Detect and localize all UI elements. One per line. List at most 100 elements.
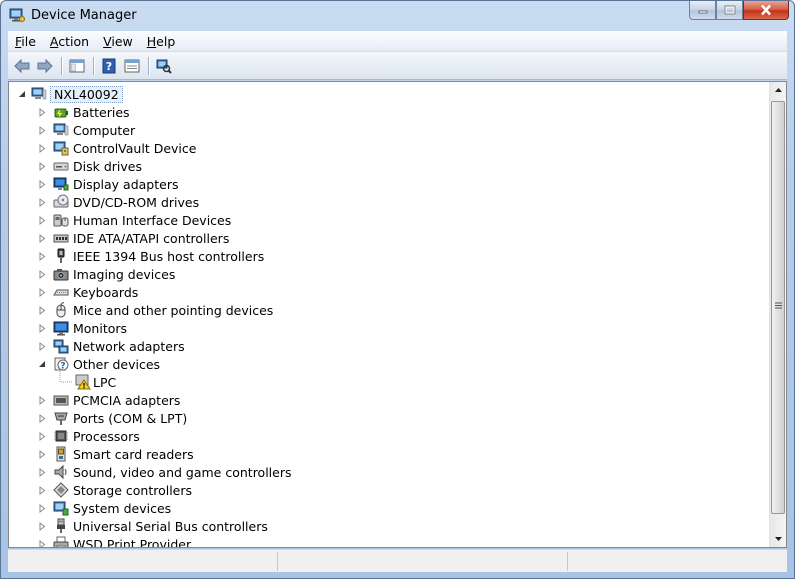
tree-node-label: Display adapters <box>73 177 179 192</box>
storage-controller-icon <box>53 482 69 498</box>
menu-accelerator: H <box>146 33 157 49</box>
expand-arrow-icon[interactable] <box>38 252 47 261</box>
tree-node[interactable]: ControlVault Device <box>9 139 749 157</box>
device-tree[interactable]: NXL40092 Batteries Computer ControlVault De… <box>9 82 770 547</box>
tree-node[interactable]: Processors <box>9 427 749 445</box>
back-button[interactable] <box>11 55 33 77</box>
forward-button[interactable] <box>34 55 56 77</box>
collapse-arrow-icon[interactable] <box>18 90 27 99</box>
help-icon: ? <box>102 58 116 73</box>
tree-node-label: Processors <box>73 429 140 444</box>
tree-root-label: NXL40092 <box>50 86 123 103</box>
expand-arrow-icon[interactable] <box>38 288 47 297</box>
expand-arrow-icon[interactable] <box>38 108 47 117</box>
expand-arrow-icon[interactable] <box>38 216 47 225</box>
tree-child-label: LPC <box>93 375 117 390</box>
usb-icon <box>57 518 65 533</box>
expand-arrow-icon[interactable] <box>38 144 47 153</box>
tree-node[interactable]: Imaging devices <box>9 265 749 283</box>
tree-node-label: WSD Print Provider <box>73 537 192 547</box>
tree-node-label: Disk drives <box>73 159 142 174</box>
tree-node[interactable]: System devices <box>9 499 749 517</box>
tree-node[interactable]: Batteries <box>9 103 749 121</box>
collapse-arrow-icon[interactable] <box>38 360 47 369</box>
maximize-icon <box>724 5 735 15</box>
tree-node-label: PCMCIA adapters <box>73 393 181 408</box>
minimize-button[interactable] <box>689 1 716 20</box>
status-pane-2 <box>278 552 568 571</box>
device-tree-panel: NXL40092 Batteries Computer ControlVault De… <box>8 81 787 548</box>
tree-node[interactable]: Network adapters <box>9 337 749 355</box>
tree-child-node[interactable]: LPC <box>9 369 749 391</box>
properties-button[interactable] <box>121 55 143 77</box>
expand-arrow-icon[interactable] <box>38 270 47 279</box>
scrollbar-thumb[interactable] <box>771 101 785 514</box>
help-button[interactable]: ? <box>98 55 120 77</box>
close-button[interactable] <box>743 1 789 20</box>
expand-arrow-icon[interactable] <box>38 234 47 243</box>
expand-arrow-icon[interactable] <box>38 504 47 513</box>
hid-icon <box>53 214 69 227</box>
vertical-scrollbar[interactable] <box>769 82 786 547</box>
expand-arrow-icon[interactable] <box>38 414 47 423</box>
tree-node[interactable]: PCMCIA adapters <box>9 391 749 409</box>
toolbar-separator <box>61 56 62 75</box>
computer-icon <box>53 123 69 136</box>
tree-node[interactable]: Keyboards <box>9 283 749 301</box>
tree-node[interactable]: DVD/CD-ROM drives <box>9 193 749 211</box>
tree-node[interactable]: Sound, video and game controllers <box>9 463 749 481</box>
expand-arrow-icon[interactable] <box>38 180 47 189</box>
disk-drive-icon <box>53 162 69 171</box>
network-adapter-icon <box>53 339 69 354</box>
expand-arrow-icon[interactable] <box>38 162 47 171</box>
device-manager-window: Device Manager File Action View Help ? N… <box>0 0 795 579</box>
scan-hardware-icon <box>156 59 172 74</box>
tree-root-node[interactable]: NXL40092 <box>9 85 749 103</box>
show-hide-console-tree-button[interactable] <box>66 55 88 77</box>
tree-node-label: Other devices <box>73 357 161 372</box>
tree-node[interactable]: Display adapters <box>9 175 749 193</box>
tree-node[interactable]: WSD Print Provider <box>9 535 749 547</box>
tree-node[interactable]: Human Interface Devices <box>9 211 749 229</box>
back-arrow-icon <box>14 58 30 73</box>
expand-arrow-icon[interactable] <box>38 306 47 315</box>
expand-arrow-icon[interactable] <box>38 468 47 477</box>
expand-arrow-icon[interactable] <box>38 396 47 405</box>
tree-node[interactable]: Computer <box>9 121 749 139</box>
system-device-icon <box>53 501 69 516</box>
expand-arrow-icon[interactable] <box>38 540 47 547</box>
maximize-button[interactable] <box>716 1 743 20</box>
tree-node[interactable]: Universal Serial Bus controllers <box>9 517 749 535</box>
expand-arrow-icon[interactable] <box>38 522 47 531</box>
menu-action[interactable]: Action <box>43 34 96 49</box>
scroll-down-arrow-icon[interactable] <box>770 530 787 547</box>
expand-arrow-icon[interactable] <box>38 324 47 333</box>
tree-node[interactable]: Disk drives <box>9 157 749 175</box>
scroll-up-arrow-icon[interactable] <box>770 82 787 99</box>
expand-arrow-icon[interactable] <box>38 450 47 459</box>
menu-view[interactable]: View <box>96 34 140 49</box>
expand-arrow-icon[interactable] <box>38 486 47 495</box>
tree-node[interactable]: Storage controllers <box>9 481 749 499</box>
tree-node[interactable]: IEEE 1394 Bus host controllers <box>9 247 749 265</box>
expand-arrow-icon[interactable] <box>38 126 47 135</box>
tree-node-label: Imaging devices <box>73 267 176 282</box>
menu-accelerator: A <box>49 33 59 49</box>
tree-node[interactable]: Ports (COM & LPT) <box>9 409 749 427</box>
title-bar[interactable]: Device Manager <box>1 1 794 31</box>
tree-node[interactable]: Monitors <box>9 319 749 337</box>
menu-help[interactable]: Help <box>140 34 183 49</box>
toolbar-separator <box>148 56 149 75</box>
tree-node[interactable]: Mice and other pointing devices <box>9 301 749 319</box>
tree-node[interactable]: IDE ATA/ATAPI controllers <box>9 229 749 247</box>
tree-node[interactable]: Smart card readers <box>9 445 749 463</box>
menu-file[interactable]: File <box>8 34 43 49</box>
tree-node-label: System devices <box>73 501 172 516</box>
tree-node[interactable]: ? Other devices <box>9 355 749 373</box>
expand-arrow-icon[interactable] <box>38 198 47 207</box>
expand-arrow-icon[interactable] <box>38 342 47 351</box>
expand-arrow-icon[interactable] <box>38 432 47 441</box>
tree-node-label: Mice and other pointing devices <box>73 303 274 318</box>
forward-arrow-icon <box>37 58 53 73</box>
scan-hardware-changes-button[interactable] <box>153 55 175 77</box>
